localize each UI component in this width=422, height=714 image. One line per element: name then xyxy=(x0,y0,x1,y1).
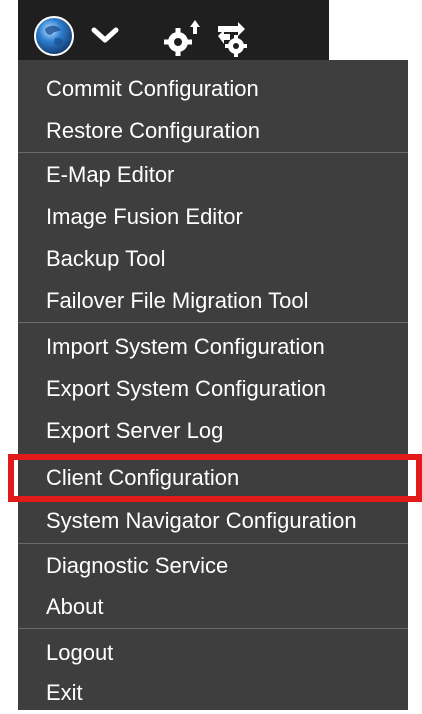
dropdown-menu: Commit Configuration Restore Configurati… xyxy=(8,60,422,710)
menu-separator xyxy=(18,628,408,629)
menu-item-label: Import System Configuration xyxy=(46,334,325,359)
menu-item-exit[interactable]: Exit xyxy=(18,672,408,714)
menu-item-failover-file-migration-tool[interactable]: Failover File Migration Tool xyxy=(18,280,408,322)
menu-separator xyxy=(18,543,408,544)
menu-item-label: Diagnostic Service xyxy=(46,553,229,578)
chevron-down-icon[interactable] xyxy=(88,20,122,50)
top-toolbar xyxy=(18,0,329,60)
menu-item-label: Image Fusion Editor xyxy=(46,204,243,229)
menu-item-export-server-log[interactable]: Export Server Log xyxy=(18,410,408,452)
menu-item-commit-configuration[interactable]: Commit Configuration xyxy=(18,68,408,110)
menu-item-label: Failover File Migration Tool xyxy=(46,288,309,313)
menu-item-export-system-configuration[interactable]: Export System Configuration xyxy=(18,368,408,410)
menu-item-backup-tool[interactable]: Backup Tool xyxy=(18,238,408,280)
menu-separator xyxy=(18,152,408,153)
menu-item-image-fusion-editor[interactable]: Image Fusion Editor xyxy=(18,196,408,238)
menu-item-label: Logout xyxy=(46,640,114,665)
menu-separator xyxy=(18,322,408,323)
menu-item-label: Commit Configuration xyxy=(46,76,259,101)
menu-item-logout[interactable]: Logout xyxy=(18,632,408,674)
menu-item-label: System Navigator Configuration xyxy=(46,508,357,533)
gear-swap-icon[interactable] xyxy=(210,16,254,58)
menu-item-about[interactable]: About xyxy=(18,586,408,628)
menu-item-system-navigator-configuration[interactable]: System Navigator Configuration xyxy=(18,500,408,542)
menu-item-label: Export System Configuration xyxy=(46,376,327,401)
menu-item-e-map-editor[interactable]: E-Map Editor xyxy=(18,154,408,196)
menu-item-restore-configuration[interactable]: Restore Configuration xyxy=(18,110,408,152)
menu-item-label: Backup Tool xyxy=(46,246,166,271)
menu-item-label: Exit xyxy=(46,680,83,705)
gear-upload-icon[interactable] xyxy=(162,16,206,58)
highlight-box xyxy=(8,454,422,502)
menu-item-diagnostic-service[interactable]: Diagnostic Service xyxy=(18,545,408,587)
menu-item-import-system-configuration[interactable]: Import System Configuration xyxy=(18,326,408,368)
menu-item-label: Export Server Log xyxy=(46,418,224,443)
menu-item-label: Restore Configuration xyxy=(46,118,261,143)
menu-item-label: About xyxy=(46,594,104,619)
globe-icon[interactable] xyxy=(32,14,76,58)
menu-item-label: E-Map Editor xyxy=(46,162,175,187)
